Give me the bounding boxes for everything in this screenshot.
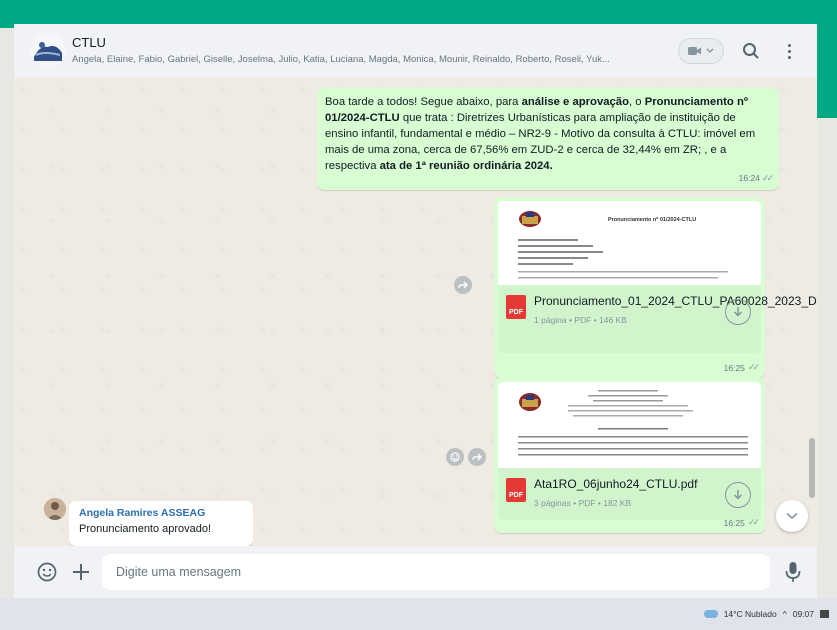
system-tray[interactable]: 14°C Nublado ^ 09:07 xyxy=(703,609,829,619)
message-input[interactable] xyxy=(102,554,770,590)
download-icon xyxy=(733,307,743,317)
group-members[interactable]: Angela, Elaine, Fabio, Gabriel, Giselle,… xyxy=(72,54,692,65)
forward-icon xyxy=(472,453,482,461)
voice-message-button[interactable] xyxy=(782,560,804,584)
incoming-message[interactable]: Angela Ramires ASSEAG Pronunciamento apr… xyxy=(69,501,253,546)
video-call-button[interactable] xyxy=(678,38,724,64)
search-button[interactable] xyxy=(740,40,762,62)
cloud-icon xyxy=(703,610,718,618)
chat-header[interactable]: CTLU Angela, Elaine, Fabio, Gabriel, Gis… xyxy=(14,24,817,78)
right-window-strip xyxy=(817,118,837,598)
file-name[interactable]: Ata1RO_06junho24_CTLU.pdf xyxy=(534,476,711,492)
file-name[interactable]: Pronunciamento_01_2024_CTLU_PA60028_2023… xyxy=(534,293,817,309)
group-name[interactable]: CTLU xyxy=(72,35,106,50)
attach-button[interactable] xyxy=(70,561,92,583)
emoji-icon xyxy=(450,452,460,462)
download-button[interactable] xyxy=(725,299,751,325)
sender-name[interactable]: Angela Ramires ASSEAG xyxy=(79,507,243,519)
avatar[interactable] xyxy=(44,498,66,520)
plus-icon xyxy=(73,564,89,580)
pdf-icon: PDF xyxy=(506,478,526,502)
chevron-down-icon xyxy=(706,48,714,53)
menu-icon xyxy=(787,43,791,47)
pdf-icon: PDF xyxy=(506,295,526,319)
file-info[interactable]: PDF Ata1RO_06junho24_CTLU.pdf 3 páginas … xyxy=(498,468,761,520)
tray-chevron-icon[interactable]: ^ xyxy=(783,609,787,619)
document-preview-title: Pronunciamento nº 01/2024-CTLU xyxy=(608,217,697,223)
chat-area[interactable]: Boa tarde a todos! Segue abaixo, para an… xyxy=(14,78,817,546)
file-info[interactable]: PDF Pronunciamento_01_2024_CTLU_PA60028_… xyxy=(498,285,817,353)
download-icon xyxy=(733,490,743,500)
whatsapp-window: CTLU Angela, Elaine, Fabio, Gabriel, Gis… xyxy=(14,24,817,598)
message-time: 16:25 ✓✓ xyxy=(723,517,760,528)
weather-widget[interactable]: 14°C Nublado xyxy=(724,609,777,619)
chevron-down-icon xyxy=(786,512,798,520)
scroll-down-button[interactable] xyxy=(776,500,808,532)
double-check-icon: ✓✓ xyxy=(747,362,760,372)
forward-button[interactable] xyxy=(468,448,486,466)
video-icon xyxy=(688,47,701,55)
menu-button[interactable] xyxy=(778,40,800,62)
emoji-button[interactable] xyxy=(36,561,58,583)
message-text: Pronunciamento aprovado! xyxy=(79,523,212,535)
file-meta: 1 página • PDF • 146 KB xyxy=(534,315,627,325)
file-meta: 3 páginas • PDF • 182 KB xyxy=(534,498,632,508)
composer xyxy=(14,546,817,598)
right-accent-bar xyxy=(817,28,837,118)
download-button[interactable] xyxy=(725,482,751,508)
forward-button[interactable] xyxy=(454,276,472,294)
clock[interactable]: 09:07 xyxy=(793,609,814,619)
search-icon xyxy=(743,43,759,59)
document-preview[interactable]: Pronunciamento nº 01/2024-CTLU xyxy=(498,201,761,285)
double-check-icon: ✓✓ xyxy=(747,517,760,527)
mic-icon xyxy=(785,562,801,582)
taskbar: 14°C Nublado ^ 09:07 xyxy=(0,598,837,630)
document-message[interactable]: Pronunciamento nº 01/2024-CTLU PDF Pronu… xyxy=(494,197,817,378)
group-avatar[interactable] xyxy=(30,33,66,69)
forward-icon xyxy=(458,281,468,289)
emoji-icon xyxy=(37,562,57,582)
double-check-icon: ✓✓ xyxy=(761,173,774,183)
scrollbar[interactable] xyxy=(809,438,815,498)
document-preview[interactable] xyxy=(498,382,761,468)
message-time: 16:25 ✓✓ xyxy=(723,362,760,373)
outgoing-message[interactable]: Boa tarde a todos! Segue abaixo, para an… xyxy=(317,88,779,190)
document-message[interactable]: PDF Ata1RO_06junho24_CTLU.pdf 3 páginas … xyxy=(494,378,765,533)
left-window-strip xyxy=(0,28,14,598)
reaction-button[interactable] xyxy=(446,448,464,466)
message-time: 16:24 ✓✓ xyxy=(739,170,774,186)
notification-icon[interactable] xyxy=(820,610,829,618)
